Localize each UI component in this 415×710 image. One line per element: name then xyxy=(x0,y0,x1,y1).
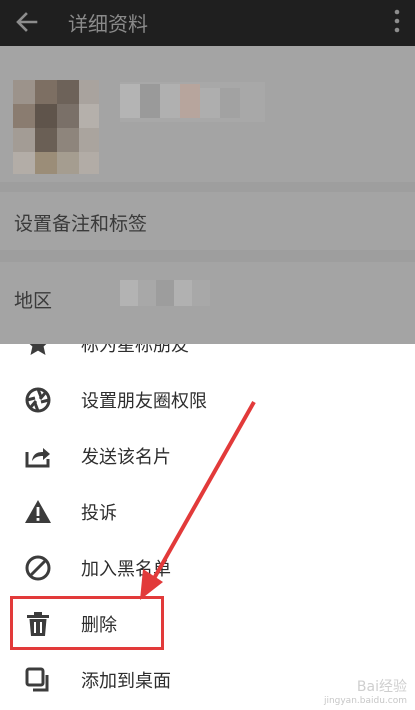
warning-icon xyxy=(25,500,51,523)
bottom-sheet-menu: 标为星标朋友 设置朋友圈权限 发送该名片 投诉 加入黑名单 删除 添加到桌面 xyxy=(0,344,415,710)
region-label: 地区 xyxy=(14,290,53,312)
name-blurred xyxy=(120,82,265,122)
menu-item-label: 投诉 xyxy=(81,503,117,524)
menu-item-moments-permission[interactable]: 设置朋友圈权限 xyxy=(0,372,415,428)
star-icon xyxy=(29,344,47,355)
menu-item-label: 标为星标朋友 xyxy=(81,344,189,356)
top-bar: 详细资料 xyxy=(0,0,415,46)
menu-item-label: 添加到桌面 xyxy=(81,671,171,692)
menu-item-send-card[interactable]: 发送该名片 xyxy=(0,428,415,484)
menu-item-blacklist[interactable]: 加入黑名单 xyxy=(0,540,415,596)
region-row: 地区 xyxy=(0,262,415,344)
profile-card xyxy=(0,46,415,182)
arrow-left-icon[interactable] xyxy=(12,7,42,37)
aperture-icon xyxy=(25,387,51,413)
remark-tags-label: 设置备注和标签 xyxy=(14,213,148,235)
more-vertical-icon[interactable] xyxy=(393,8,401,34)
delete-highlight-box xyxy=(10,596,164,650)
share-icon xyxy=(25,448,50,468)
menu-item-label: 发送该名片 xyxy=(81,447,171,468)
watermark-title: Bai经验 xyxy=(356,679,407,695)
watermark-url: jingyan.baidu.com xyxy=(323,696,407,706)
region-value-blurred xyxy=(120,280,210,306)
menu-item-star-friend[interactable]: 标为星标朋友 xyxy=(0,344,415,372)
menu-item-label: 加入黑名单 xyxy=(81,559,171,580)
avatar xyxy=(13,80,99,174)
add-to-desktop-icon xyxy=(25,667,49,692)
watermark: Bai经验 jingyan.baidu.com xyxy=(324,676,407,706)
menu-item-complain[interactable]: 投诉 xyxy=(0,484,415,540)
menu-item-label: 设置朋友圈权限 xyxy=(81,391,207,412)
remark-tags-row[interactable]: 设置备注和标签 xyxy=(0,192,415,250)
block-icon xyxy=(25,555,51,581)
page-title: 详细资料 xyxy=(68,12,148,36)
